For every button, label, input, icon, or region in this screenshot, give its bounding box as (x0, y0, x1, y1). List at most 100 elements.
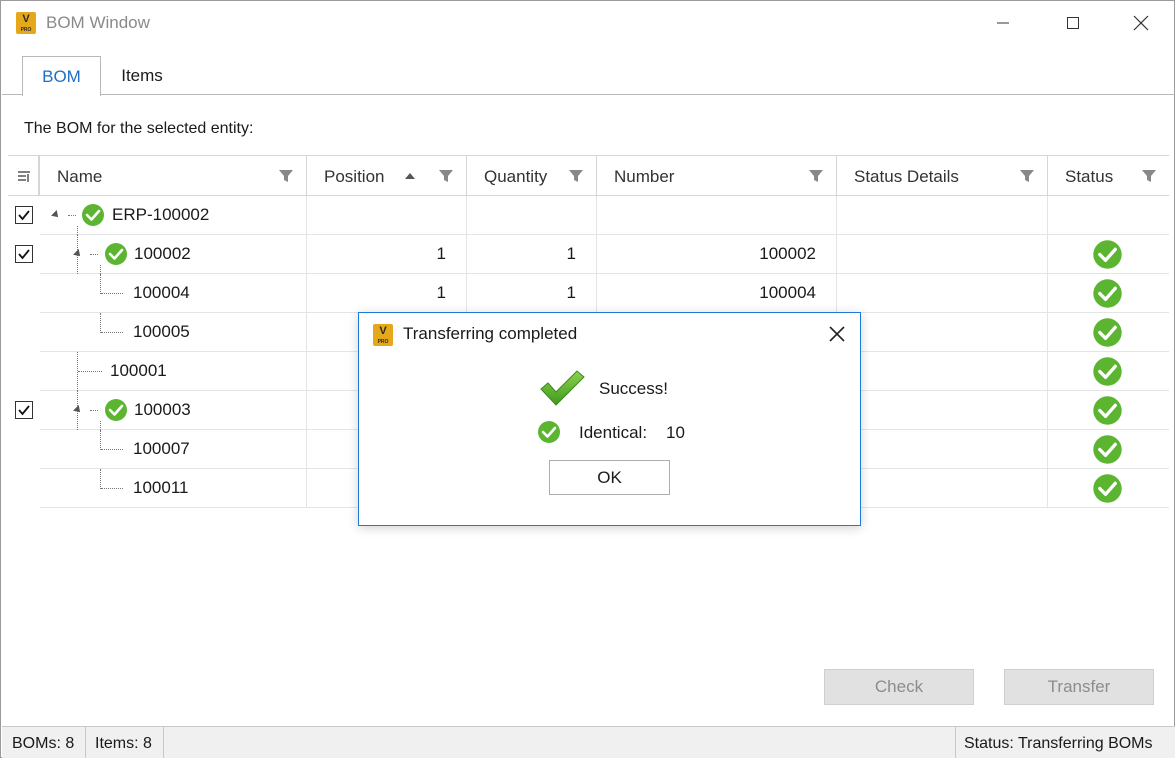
checkmark-icon (18, 249, 30, 260)
transfer-completed-dialog: V PRO Transferring completed Success! Ide… (358, 312, 861, 526)
tree-connector (100, 421, 101, 430)
column-separator (596, 196, 597, 235)
column-header-quantity[interactable]: Quantity (466, 156, 596, 196)
column-separator (306, 469, 307, 508)
column-header-position[interactable]: Position (306, 156, 466, 196)
close-button[interactable] (1118, 1, 1164, 45)
tree-connector (90, 410, 98, 411)
column-separator (306, 196, 307, 235)
column-header-label: Status (1065, 167, 1114, 186)
column-separator (306, 352, 307, 391)
cell-name: 100002 (134, 244, 191, 263)
minimize-button[interactable] (980, 1, 1026, 45)
row-checkbox[interactable] (15, 401, 33, 419)
dialog-close-button[interactable] (825, 322, 849, 346)
column-separator (1047, 235, 1048, 274)
column-header-status[interactable]: Status (1047, 156, 1169, 196)
column-separator (1047, 196, 1048, 235)
cell-name: ERP-100002 (112, 205, 210, 224)
filter-icon[interactable] (278, 168, 294, 184)
column-chooser-button[interactable] (9, 156, 39, 196)
table-row[interactable]: 100002 1 1 100002 (8, 235, 1169, 274)
expand-toggle-icon[interactable] (73, 405, 83, 415)
column-separator (836, 196, 837, 235)
cell-name: 100004 (133, 283, 190, 302)
cell-position: 1 (436, 283, 446, 302)
tree-connector (77, 226, 78, 235)
cell-name: 100011 (133, 478, 189, 497)
ok-button[interactable]: OK (549, 460, 670, 495)
table-row[interactable]: ERP-100002 (8, 196, 1169, 235)
column-header-label: Name (57, 167, 103, 186)
maximize-icon (1067, 17, 1079, 29)
filter-icon[interactable] (438, 168, 454, 184)
tree-connector (78, 371, 102, 372)
table-row[interactable]: 100004 1 1 100004 (8, 274, 1169, 313)
title-bar: V PRO BOM Window (1, 1, 1174, 45)
success-icon (82, 204, 104, 226)
app-logo-icon: V PRO (16, 12, 36, 34)
column-chooser-icon (17, 171, 30, 182)
column-separator (1047, 274, 1048, 313)
minimize-icon (997, 22, 1009, 24)
check-button[interactable]: Check (824, 669, 974, 705)
expand-toggle-icon[interactable] (51, 210, 61, 220)
app-logo-icon: V PRO (373, 324, 393, 346)
column-header-label: Position (324, 167, 385, 186)
tree-connector (101, 332, 123, 333)
status-bar: BOMs: 8 Items: 8 Status: Transferring BO… (2, 726, 1175, 758)
tree-connector (68, 215, 76, 216)
status-text: Status: Transferring BOMs (955, 727, 1175, 758)
cell-quantity: 1 (566, 244, 576, 263)
column-header-label: Quantity (484, 167, 548, 186)
checkmark-icon (18, 405, 30, 416)
tree-connector (100, 313, 101, 333)
cell-number: 100002 (759, 244, 816, 263)
sort-ascending-icon (405, 173, 415, 179)
expand-toggle-icon[interactable] (73, 249, 83, 259)
success-message: Success! (599, 379, 668, 398)
column-separator (1047, 430, 1048, 469)
success-icon (538, 421, 560, 443)
row-checkbox[interactable] (15, 206, 33, 224)
column-separator (1047, 391, 1048, 430)
tree-connector (100, 265, 101, 274)
status-success-icon (1093, 396, 1122, 425)
filter-icon[interactable] (808, 168, 824, 184)
app-logo-letter: V (22, 13, 30, 25)
filter-icon[interactable] (1141, 168, 1157, 184)
column-separator (306, 391, 307, 430)
filter-icon[interactable] (568, 168, 584, 184)
tab-items[interactable]: Items (101, 56, 183, 95)
filter-icon[interactable] (1019, 168, 1035, 184)
tree-connector (101, 293, 123, 294)
cell-name: 100005 (133, 322, 190, 341)
checkmark-icon (18, 210, 30, 221)
grid-caption: The BOM for the selected entity: (24, 120, 254, 137)
column-separator (466, 196, 467, 235)
row-checkbox[interactable] (15, 245, 33, 263)
column-separator (1047, 313, 1048, 352)
status-success-icon (1093, 318, 1122, 347)
cell-name: 100001 (110, 361, 167, 380)
bom-window: V PRO BOM Window BOM Items The BOM for th… (0, 0, 1175, 758)
column-header-name[interactable]: Name (39, 156, 306, 196)
app-logo-letter: V (379, 325, 387, 337)
column-separator (1047, 469, 1048, 508)
status-success-icon (1093, 357, 1122, 386)
success-icon (105, 243, 127, 265)
success-icon (105, 399, 127, 421)
maximize-button[interactable] (1050, 1, 1096, 45)
column-header-label: Status Details (854, 167, 959, 186)
column-separator (306, 313, 307, 352)
items-count: Items: 8 (87, 727, 164, 758)
window-title: BOM Window (46, 13, 150, 32)
column-header-status-details[interactable]: Status Details (836, 156, 1047, 196)
column-header-number[interactable]: Number (596, 156, 836, 196)
cell-name: 100007 (133, 439, 190, 458)
column-separator (1047, 352, 1048, 391)
success-checkmark-icon (540, 370, 585, 406)
status-success-icon (1093, 435, 1122, 464)
tab-bom[interactable]: BOM (22, 56, 101, 96)
transfer-button[interactable]: Transfer (1004, 669, 1154, 705)
